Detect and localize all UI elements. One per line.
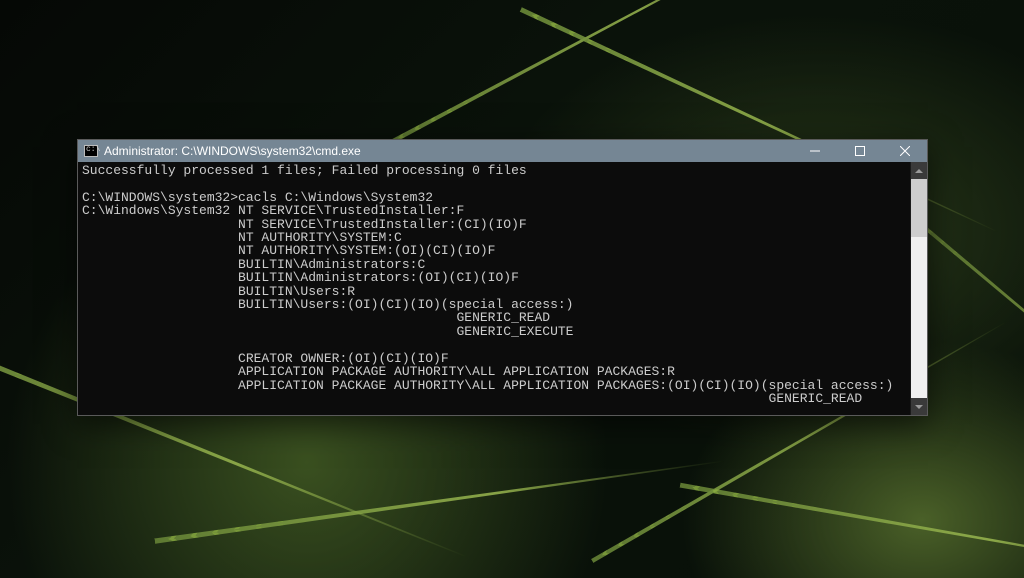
scroll-down-button[interactable]	[911, 398, 927, 415]
maximize-icon	[855, 146, 865, 156]
terminal-output[interactable]: Successfully processed 1 files; Failed p…	[78, 162, 910, 415]
window-title: Administrator: C:\WINDOWS\system32\cmd.e…	[104, 144, 361, 158]
cmd-window: Administrator: C:\WINDOWS\system32\cmd.e…	[77, 139, 928, 416]
minimize-button[interactable]	[792, 140, 837, 162]
fern-decoration	[678, 473, 1024, 578]
scroll-up-button[interactable]	[911, 162, 927, 179]
chevron-up-icon	[915, 167, 923, 175]
fern-decoration	[383, 0, 817, 153]
vertical-scrollbar[interactable]	[910, 162, 927, 415]
maximize-button[interactable]	[837, 140, 882, 162]
close-icon	[900, 146, 910, 156]
close-button[interactable]	[882, 140, 927, 162]
cmd-icon	[84, 145, 98, 157]
scrollbar-thumb[interactable]	[911, 179, 927, 237]
scrollbar-track[interactable]	[911, 179, 927, 398]
chevron-down-icon	[915, 403, 923, 411]
titlebar[interactable]: Administrator: C:\WINDOWS\system32\cmd.e…	[78, 140, 927, 162]
terminal-container: Successfully processed 1 files; Failed p…	[78, 162, 927, 415]
minimize-icon	[810, 146, 820, 156]
